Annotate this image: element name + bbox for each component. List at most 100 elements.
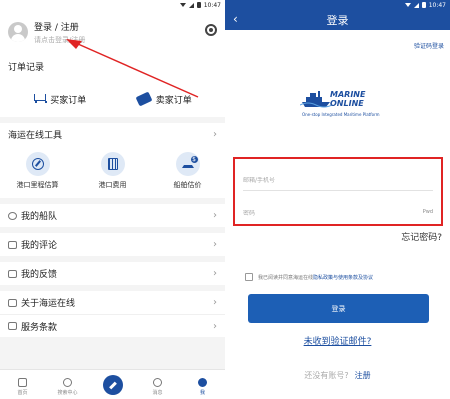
tool-label: 船舶估价 [173, 181, 202, 189]
profile-header: 登录 / 注册 请点击登录/注册 [0, 10, 225, 54]
tool-label: 港口费用 [98, 181, 127, 189]
logo-line1: MARINE [330, 90, 366, 99]
menu-item-fleet[interactable]: 我的船队 › [0, 204, 225, 227]
login-register-link[interactable]: 登录 / 注册 [34, 20, 85, 33]
nav-center-action[interactable] [93, 375, 133, 396]
buyer-orders-button[interactable]: 买家订单 [33, 93, 86, 106]
nav-home[interactable]: 首页 [3, 378, 43, 396]
tool-label: 港口里程估算 [16, 181, 59, 189]
email-input[interactable] [243, 177, 413, 184]
ship-price-icon [181, 156, 198, 168]
tool-port-fees[interactable]: 港口费用 [78, 152, 148, 190]
headset-icon [63, 378, 72, 387]
login-button[interactable]: 登录 [248, 294, 429, 323]
chevron-right-icon: › [213, 268, 217, 279]
menu-item-feedback[interactable]: 我的反馈 › [0, 262, 225, 285]
status-bar: 10:47 [0, 0, 225, 10]
tag-icon [135, 91, 153, 107]
nav-messages[interactable]: 消息 [138, 378, 178, 396]
feedback-block: 我的反馈 › [0, 262, 225, 285]
forgot-password-link[interactable]: 忘记密码? [401, 230, 442, 243]
seller-orders-label: 卖家订单 [155, 95, 192, 106]
agree-checkbox[interactable] [245, 273, 253, 281]
login-screen: 10:47 ‹ 登录 验证码登录 MARINE ONLINE One-stop … [225, 0, 450, 399]
back-arrow-icon[interactable]: ‹ [233, 12, 238, 26]
agree-policy-link[interactable]: 隐私政策与使用条款及协议 [313, 275, 373, 281]
menu-label: 我的反馈 [21, 270, 58, 280]
compass-icon [31, 158, 44, 170]
login-hint: 请点击登录/注册 [34, 35, 86, 44]
no-verification-email-link[interactable]: 未收到验证邮件? [225, 334, 450, 347]
signal-icon [413, 2, 419, 8]
menu-label: 我的评论 [21, 241, 58, 251]
tool-port-distance[interactable]: 港口里程估算 [3, 152, 73, 190]
login-form-highlight: Pwd [233, 157, 443, 226]
menu-label: 关于海运在线 [21, 299, 76, 309]
battery-icon [421, 2, 426, 8]
avatar[interactable] [8, 22, 28, 42]
menu-item-reviews[interactable]: 我的评论 › [0, 233, 225, 256]
reviews-block: 我的评论 › [0, 233, 225, 256]
logo-tagline: One-stop Integrated Maritime Platform [302, 112, 380, 117]
status-bar: 10:47 [225, 0, 450, 10]
menu-item-about[interactable]: 关于海运在线 › [0, 291, 225, 314]
email-field-row [243, 159, 433, 191]
menu-label: 我的船队 [21, 212, 58, 222]
signal-icon [188, 2, 194, 8]
ship-logo-icon [300, 91, 332, 108]
register-link[interactable]: 注册 [355, 371, 371, 380]
login-header: ‹ 登录 [225, 10, 450, 30]
tools-section: 海运在线工具 › 港口里程估算 港口费用 船舶估价 [0, 123, 225, 198]
chevron-right-icon: › [213, 297, 217, 308]
seller-orders-button[interactable]: 卖家订单 [135, 91, 192, 107]
nav-search-center[interactable]: 搜索中心 [48, 378, 88, 396]
agree-text: 我已阅读并同意海运在线隐私政策与使用条款及协议 [258, 274, 373, 281]
profile-icon [198, 378, 207, 387]
nav-me[interactable]: 我 [183, 378, 223, 396]
password-visibility-toggle[interactable]: Pwd [423, 209, 433, 215]
menu-label: 服务条款 [21, 322, 58, 333]
password-field-row: Pwd [243, 191, 433, 223]
buyer-orders-label: 买家订单 [50, 95, 87, 106]
chevron-right-icon: › [213, 320, 217, 332]
cloud-icon [8, 211, 17, 220]
document-icon [8, 322, 17, 330]
tools-title: 海运在线工具 [8, 131, 63, 141]
gear-icon[interactable] [205, 24, 217, 36]
feedback-icon [8, 269, 17, 278]
chevron-right-icon: › [213, 210, 217, 221]
logo-line2: ONLINE [330, 99, 364, 108]
battery-icon [196, 2, 201, 8]
tool-ship-valuation[interactable]: 船舶估价 [153, 152, 223, 190]
home-icon [18, 378, 27, 387]
no-account-text: 还没有账号? [304, 371, 349, 380]
page-title: 登录 [326, 14, 349, 27]
chevron-right-icon: › [213, 129, 217, 140]
status-time: 10:47 [428, 1, 446, 9]
tools-header[interactable]: 海运在线工具 › [0, 123, 225, 146]
agreement-row: 我已阅读并同意海运在线隐私政策与使用条款及协议 [245, 273, 373, 281]
chevron-right-icon: › [213, 239, 217, 250]
nav-label: 我 [199, 390, 205, 396]
password-input[interactable] [243, 210, 413, 217]
menu-item-terms[interactable]: 服务条款 › [0, 314, 225, 337]
status-time: 10:47 [203, 1, 221, 9]
nav-label: 消息 [152, 390, 163, 396]
agree-prefix: 我已阅读并同意海运在线 [258, 274, 314, 281]
orders-section: 订单记录 买家订单 卖家订单 [0, 54, 225, 117]
about-block: 关于海运在线 › 服务条款 › [0, 291, 225, 337]
calculator-icon [107, 158, 118, 170]
profile-screen: 10:47 登录 / 注册 请点击登录/注册 订单记录 买家订单 卖家订单 海运… [0, 0, 225, 399]
wifi-icon [179, 3, 186, 7]
fleet-block: 我的船队 › [0, 204, 225, 227]
nav-label: 搜索中心 [57, 390, 78, 396]
info-icon [8, 298, 17, 307]
center-action-icon [102, 375, 123, 395]
code-login-link[interactable]: 验证码登录 [414, 41, 444, 50]
nav-label: 首页 [17, 390, 28, 396]
wifi-icon [404, 3, 411, 7]
register-row: 还没有账号? 注册 [225, 370, 450, 381]
message-icon [153, 378, 162, 387]
orders-title: 订单记录 [8, 63, 45, 73]
bottom-nav: 首页 搜索中心 消息 我 [0, 369, 225, 399]
